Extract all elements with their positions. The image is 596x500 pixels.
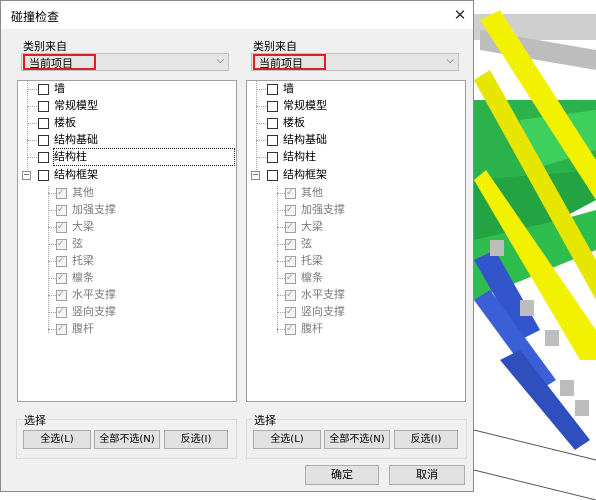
checkbox[interactable] [38, 135, 49, 146]
checkbox-disabled [285, 219, 296, 235]
close-icon[interactable]: ✕ [447, 3, 473, 27]
title-bar: 碰撞检查 ✕ [1, 1, 473, 29]
collapse-icon[interactable]: − [22, 171, 31, 180]
left-select-none-button[interactable]: 全部不选(N) [94, 430, 160, 449]
left-select-group-title: 选择 [23, 412, 47, 428]
checkbox-disabled [285, 185, 296, 201]
left-invert-selection-button[interactable]: 反选(I) [164, 430, 228, 449]
right-select-all-button[interactable]: 全选(L) [253, 430, 321, 449]
left-category-label: 类别来自 [23, 40, 67, 53]
checkbox-disabled [285, 236, 296, 252]
checkbox[interactable] [38, 101, 49, 112]
right-select-none-button[interactable]: 全部不选(N) [324, 430, 390, 449]
checkbox-disabled [56, 236, 67, 252]
clash-check-dialog: 碰撞检查 ✕ 类别来自 当前项目 ⌵ 墙 常规模型 楼板 结构基础 结构柱 − 结… [0, 0, 474, 492]
checkbox-disabled [285, 270, 296, 286]
right-category-label: 类别来自 [253, 40, 297, 53]
right-category-tree[interactable]: 墙 常规模型 楼板 结构基础 结构柱 −结构框架 其他 加强支撑 大梁 弦 托梁… [246, 80, 466, 402]
checkbox[interactable] [267, 135, 278, 146]
left-select-all-button[interactable]: 全选(L) [23, 430, 91, 449]
checkbox-disabled [285, 304, 296, 320]
checkbox-disabled [56, 219, 67, 235]
tree-item[interactable]: 结构柱 [38, 148, 236, 166]
right-invert-selection-button[interactable]: 反选(I) [394, 430, 458, 449]
dialog-title: 碰撞检查 [11, 10, 60, 24]
checkbox-disabled [285, 321, 296, 337]
checkbox[interactable] [38, 152, 49, 163]
right-select-group: 选择 全选(L) 全部不选(N) 反选(I) [246, 412, 467, 459]
checkbox[interactable] [267, 84, 278, 95]
checkbox-disabled [285, 202, 296, 218]
checkbox-disabled [56, 270, 67, 286]
checkbox-disabled [56, 304, 67, 320]
checkbox[interactable] [267, 118, 278, 129]
checkbox[interactable] [38, 84, 49, 95]
checkbox[interactable] [267, 101, 278, 112]
right-category-value: 当前项目 [253, 54, 326, 70]
checkbox-disabled [56, 287, 67, 303]
checkbox[interactable] [267, 152, 278, 163]
right-select-group-title: 选择 [253, 412, 277, 428]
checkbox[interactable] [38, 170, 49, 181]
ok-button[interactable]: 确定 [305, 465, 379, 485]
left-category-tree[interactable]: 墙 常规模型 楼板 结构基础 结构柱 −结构框架 其他 加强支撑 大梁 弦 托梁… [17, 80, 237, 402]
collapse-icon[interactable]: − [251, 171, 260, 180]
checkbox-disabled [56, 321, 67, 337]
checkbox-disabled [285, 287, 296, 303]
chevron-down-icon: ⌵ [216, 55, 224, 66]
checkbox-disabled [56, 202, 67, 218]
left-select-group: 选择 全选(L) 全部不选(N) 反选(I) [16, 412, 237, 459]
right-category-dropdown[interactable]: 当前项目 ⌵ [251, 53, 459, 71]
left-category-dropdown[interactable]: 当前项目 ⌵ [21, 53, 229, 71]
checkbox[interactable] [267, 170, 278, 181]
chevron-down-icon: ⌵ [446, 55, 454, 66]
checkbox-disabled [285, 253, 296, 269]
left-category-value: 当前项目 [23, 54, 96, 70]
cancel-button[interactable]: 取消 [389, 465, 465, 485]
checkbox-disabled [56, 253, 67, 269]
checkbox-disabled [56, 185, 67, 201]
checkbox[interactable] [38, 118, 49, 129]
